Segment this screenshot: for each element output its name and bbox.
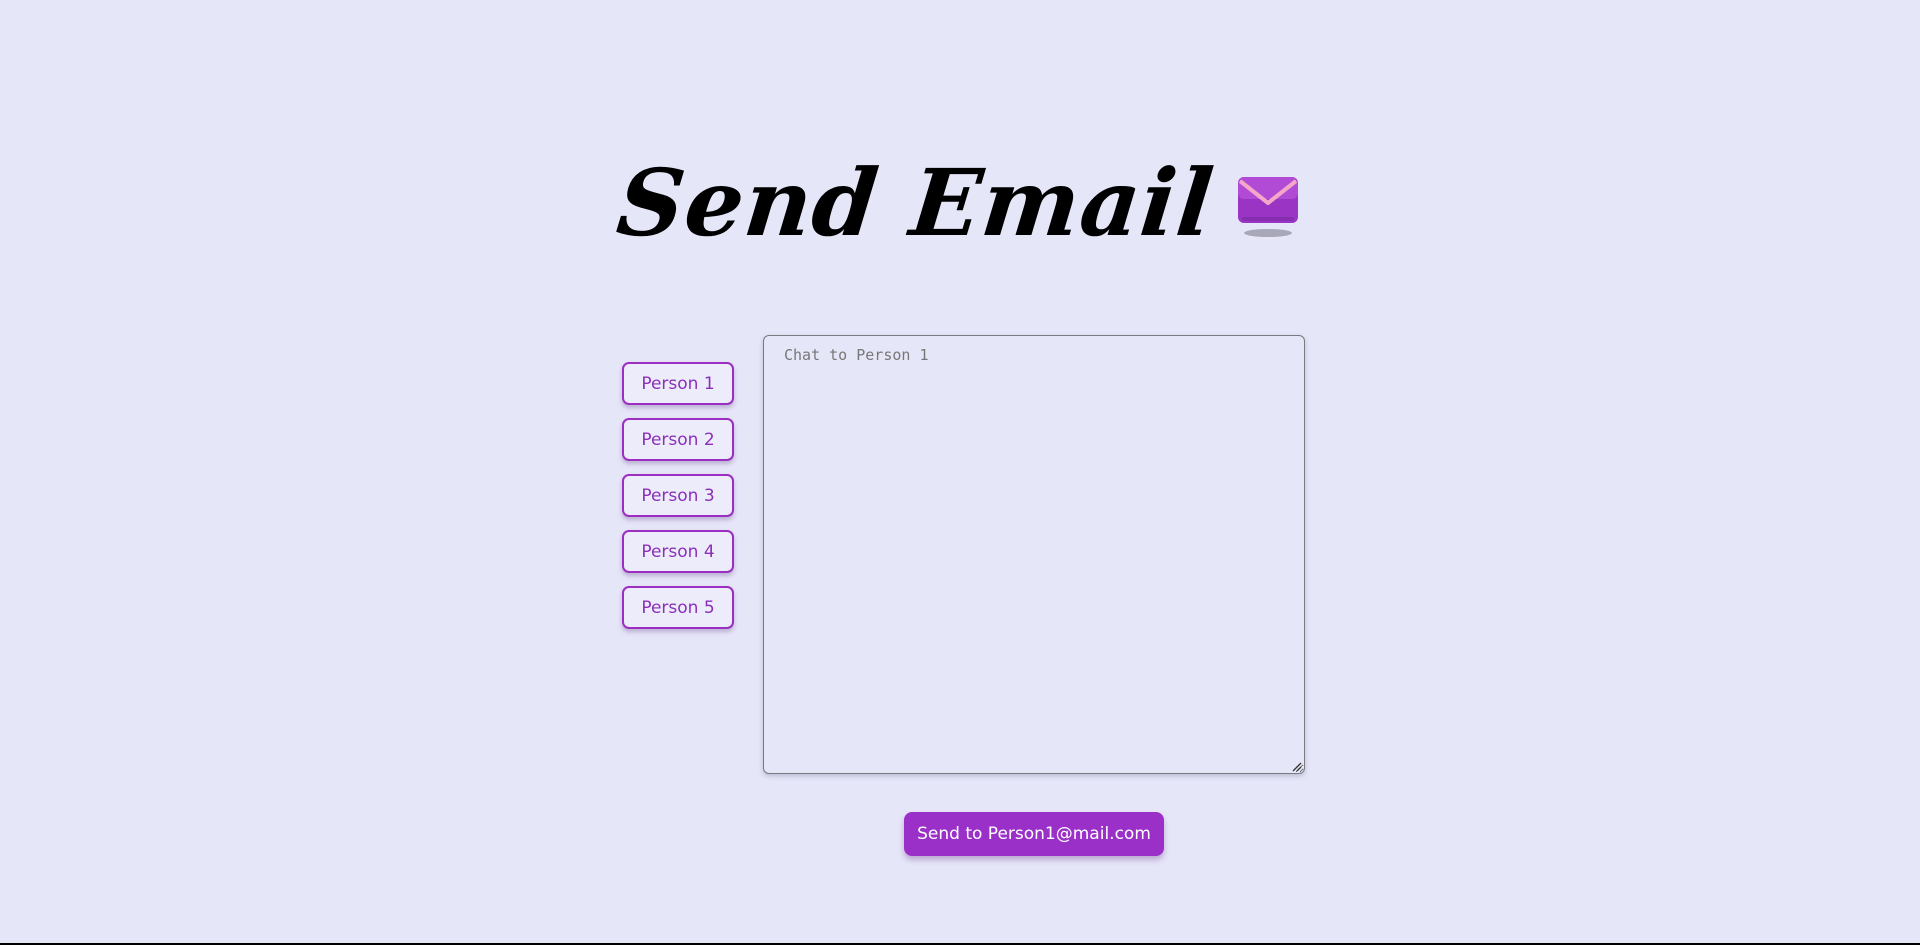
resize-handle-icon[interactable] bbox=[1290, 760, 1302, 772]
message-textarea[interactable] bbox=[763, 335, 1305, 774]
envelope-icon bbox=[1237, 177, 1298, 237]
person-3-button[interactable]: Person 3 bbox=[622, 474, 734, 517]
send-button[interactable]: Send to Person1@mail.com bbox=[904, 812, 1164, 856]
recipient-list: Person 1 Person 2 Person 3 Person 4 Pers… bbox=[622, 362, 736, 629]
person-2-button[interactable]: Person 2 bbox=[622, 418, 734, 461]
person-1-button[interactable]: Person 1 bbox=[622, 362, 734, 405]
header: Send Email bbox=[0, 148, 1920, 258]
page-title: Send Email bbox=[612, 149, 1220, 257]
person-5-button[interactable]: Person 5 bbox=[622, 586, 734, 629]
send-email-page: Send Email Person 1 Person 2 Person 3 Pe… bbox=[0, 0, 1920, 945]
person-4-button[interactable]: Person 4 bbox=[622, 530, 734, 573]
